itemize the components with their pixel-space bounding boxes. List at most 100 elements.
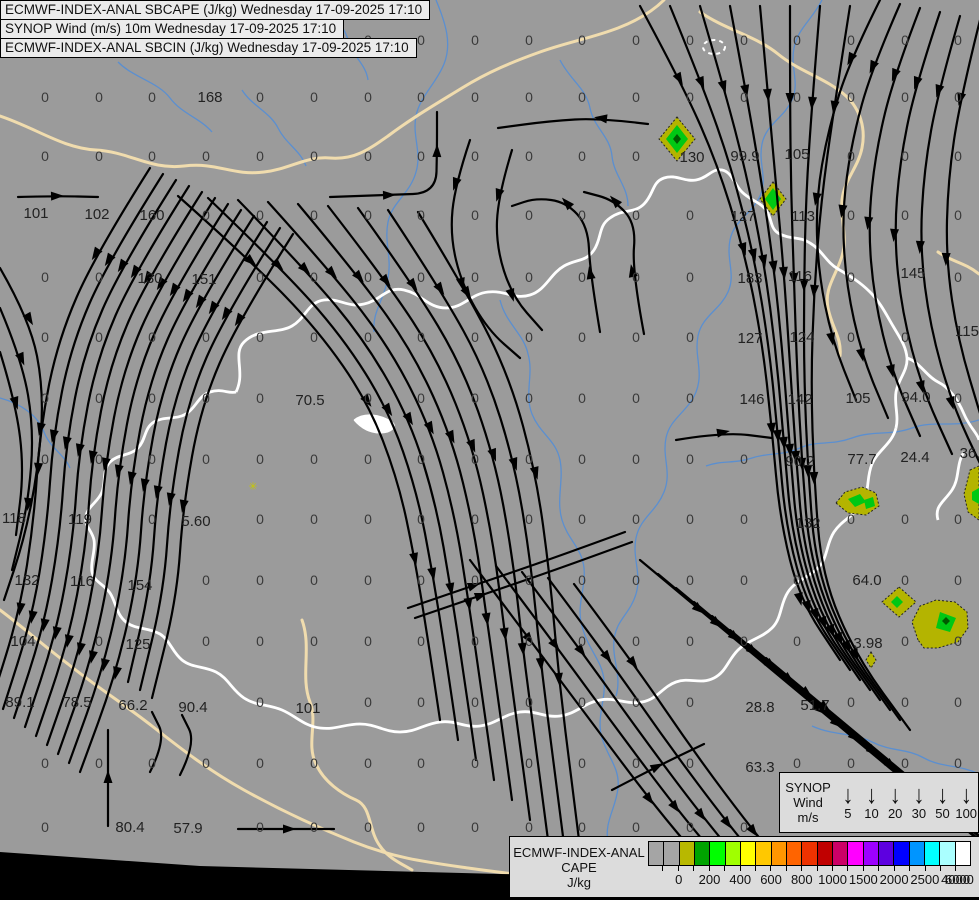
wind-scale-entry: ↓ 10 — [860, 782, 884, 821]
zero-value-label: 0 — [95, 89, 103, 105]
index-value-label: 145 — [900, 265, 925, 282]
cape-colorbar-labels: 0 200 400 600 800 1000 1500 2000 2500 4000 6000 — [648, 871, 974, 887]
zero-value-label: 0 — [686, 89, 694, 105]
zero-value-label: 0 — [256, 633, 264, 649]
zero-value-label: 0 — [417, 694, 425, 710]
zero-value-label: 0 — [632, 819, 640, 835]
wind-legend-title: SYNOP Wind m/s — [780, 780, 836, 825]
wind-scale-entry: ↓ 100 — [954, 782, 978, 821]
zero-value-label: 0 — [578, 89, 586, 105]
zero-value-label: 0 — [901, 694, 909, 710]
zero-value-label: 0 — [95, 329, 103, 345]
index-value-label: 63.3 — [745, 759, 774, 776]
index-value-label: 90.2 — [785, 453, 814, 470]
zero-value-label: 0 — [686, 207, 694, 223]
colorbar-tick-label: 2000 — [879, 872, 909, 887]
index-value-label: 28.8 — [745, 699, 774, 716]
zero-value-label: 0 — [686, 633, 694, 649]
zero-value-label: 0 — [471, 207, 479, 223]
zero-value-label: 0 — [310, 819, 318, 835]
index-value-label: 132 — [795, 515, 820, 532]
zero-value-label: 0 — [954, 32, 962, 48]
cape-colorbar-legend: ECMWF-INDEX-ANAL CAPE J/kg 0 200 400 600 800… — [509, 836, 979, 898]
colorbar-tick-label: 2500 — [910, 872, 940, 887]
zero-value-label: 0 — [632, 572, 640, 588]
wind-scale-entry: ↓ 5 — [836, 782, 860, 821]
zero-value-label: 0 — [202, 633, 210, 649]
zero-value-label: 0 — [417, 755, 425, 771]
zero-value-label: 0 — [471, 148, 479, 164]
zero-value-label: 0 — [632, 269, 640, 285]
zero-value-label: 0 — [686, 329, 694, 345]
cape-color-swatch — [770, 841, 787, 866]
cape-color-swatch — [831, 841, 849, 866]
zero-value-label: 0 — [471, 511, 479, 527]
index-value-label: 51.7 — [800, 697, 829, 714]
zero-value-label: 0 — [793, 633, 801, 649]
zero-value-label: 0 — [471, 269, 479, 285]
zero-value-label: 0 — [578, 511, 586, 527]
wind-scale-entry: ↓ 30 — [907, 782, 931, 821]
cape-color-swatch — [709, 841, 726, 866]
zero-value-label: 0 — [310, 451, 318, 467]
zero-value-label: 0 — [632, 32, 640, 48]
zero-value-label: 0 — [954, 633, 962, 649]
zero-value-label: 0 — [417, 451, 425, 467]
cape-legend-unit: J/kg — [567, 874, 591, 890]
zero-value-label: 0 — [901, 32, 909, 48]
zero-value-label: 0 — [417, 148, 425, 164]
zero-value-label: 0 — [364, 633, 372, 649]
index-value-label: 64.0 — [852, 572, 881, 589]
zero-value-label: 0 — [471, 329, 479, 345]
zero-value-label: 0 — [41, 329, 49, 345]
index-value-label: 94.0 — [901, 389, 930, 406]
zero-value-label: 0 — [847, 89, 855, 105]
weather-map-screen: ✳ 0 0 0 0 0 0 0 0 0 0 0 0 0 0 0 0 0 0 0 0 0 0 0 0 0 0 0 0 0 0 0 0 0 0 0 0 0 0 0… — [0, 0, 979, 900]
index-value-label: 142 — [787, 391, 812, 408]
colorbar-tick-label: 800 — [790, 872, 813, 887]
index-value-label: 5.60 — [181, 513, 210, 530]
zero-value-label: 0 — [364, 572, 372, 588]
zero-value-label: 0 — [471, 694, 479, 710]
zero-value-label: 0 — [364, 207, 372, 223]
cape-color-swatch — [908, 841, 925, 866]
index-value-label: 154 — [127, 577, 152, 594]
zero-value-label: 0 — [632, 329, 640, 345]
zero-value-label: 0 — [471, 89, 479, 105]
zero-value-label: 0 — [954, 207, 962, 223]
zero-value-label: 0 — [847, 269, 855, 285]
zero-value-label: 0 — [632, 148, 640, 164]
wind-legend-unit: m/s — [797, 810, 819, 825]
zero-value-label: 0 — [148, 329, 156, 345]
zero-value-label: 0 — [793, 32, 801, 48]
zero-value-label: 0 — [95, 633, 103, 649]
zero-value-label: 0 — [41, 819, 49, 835]
zero-value-label: 0 — [471, 755, 479, 771]
cape-color-swatch — [816, 841, 833, 866]
index-value-label: 78.5 — [62, 694, 91, 711]
zero-value-label: 0 — [847, 329, 855, 345]
zero-value-label: 0 — [202, 148, 210, 164]
zero-value-label: 0 — [256, 390, 264, 406]
zero-value-label: 0 — [525, 32, 533, 48]
colorbar-tick-label: 6000 — [944, 872, 974, 887]
header-line-sbcape: ECMWF-INDEX-ANAL SBCAPE (J/kg) Wednesday… — [0, 0, 431, 20]
zero-value-label: 0 — [954, 755, 962, 771]
zero-value-label: 0 — [632, 451, 640, 467]
zero-value-label: 0 — [471, 32, 479, 48]
zero-value-label: 0 — [847, 207, 855, 223]
wind-arrow-icon: ↓ — [937, 780, 949, 809]
zero-value-label: 0 — [41, 755, 49, 771]
zero-value-label: 0 — [632, 694, 640, 710]
cape-color-swatch — [893, 841, 910, 866]
zero-value-label: 0 — [471, 633, 479, 649]
zero-value-label: 0 — [632, 207, 640, 223]
cape-colorbar: 0 200 400 600 800 1000 1500 2000 2500 4000 6000 — [648, 841, 974, 897]
index-value-label: 80.4 — [115, 819, 144, 836]
cape-spot-marker: ✳ — [248, 481, 257, 493]
zero-value-label: 0 — [364, 694, 372, 710]
zero-value-label: 0 — [148, 511, 156, 527]
index-value-label: 66.2 — [118, 697, 147, 714]
zero-value-label: 0 — [256, 511, 264, 527]
cape-color-swatch — [785, 841, 803, 866]
